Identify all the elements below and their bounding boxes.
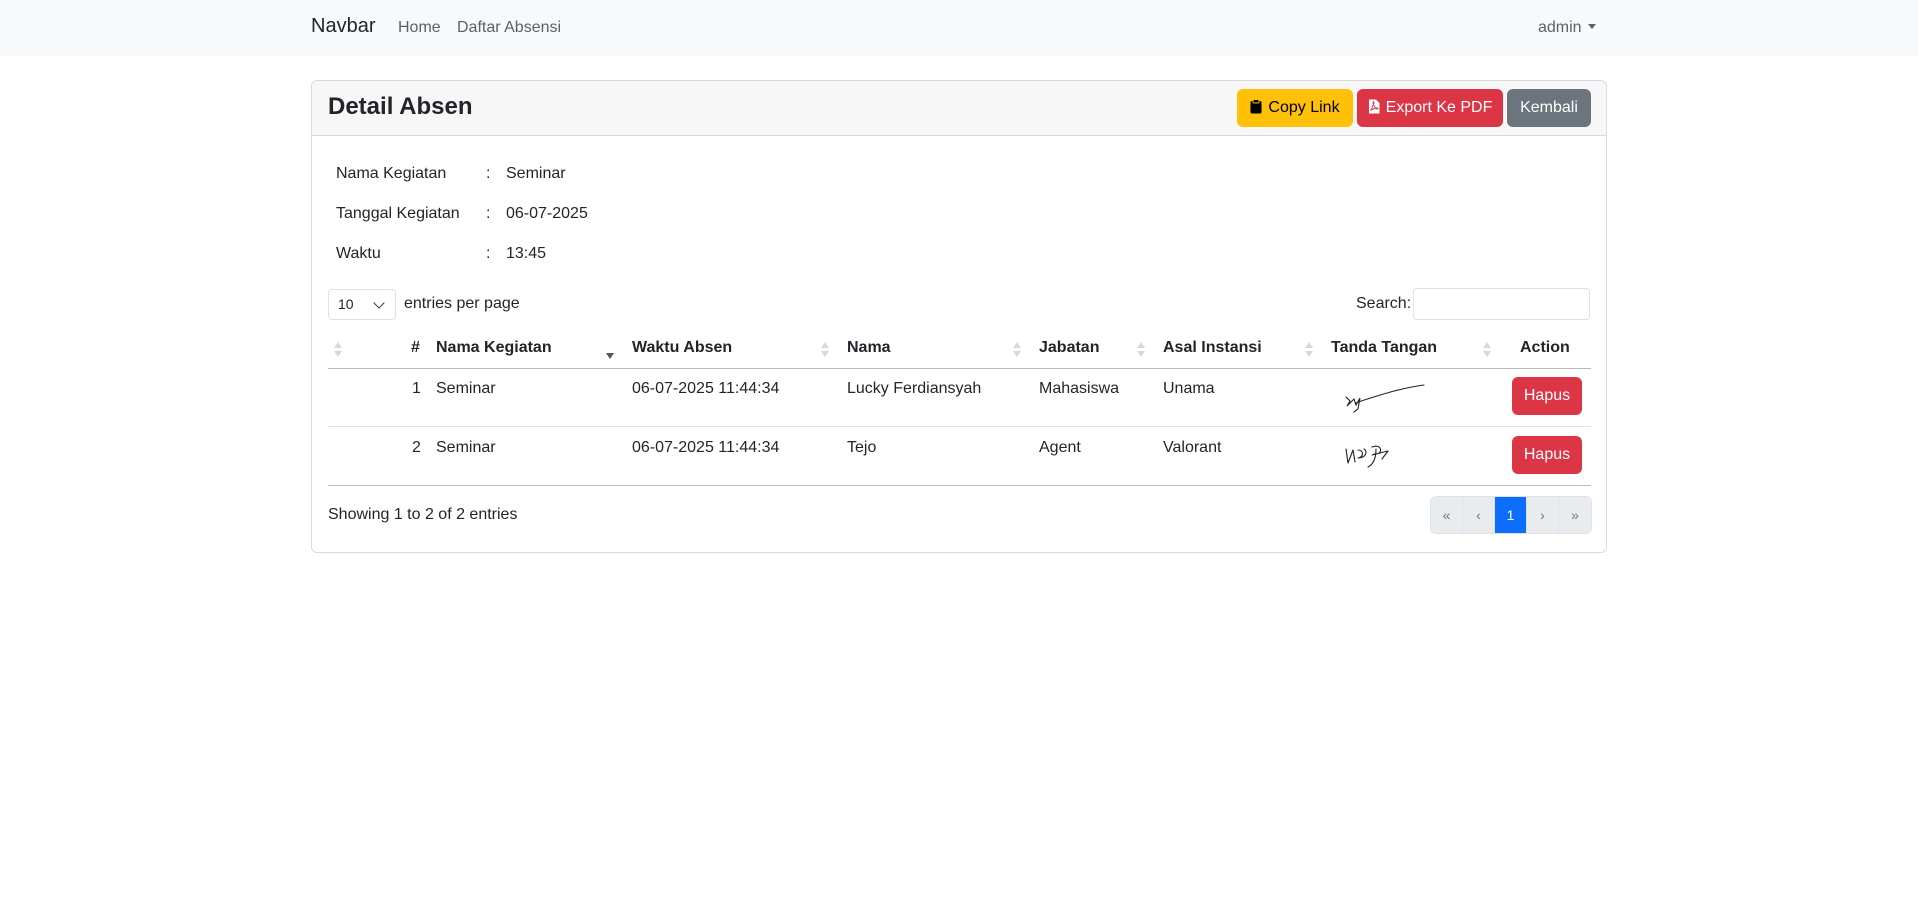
table-footer-divider bbox=[328, 485, 1591, 486]
pagination-next[interactable]: › bbox=[1527, 497, 1559, 533]
info-label: Tanggal Kegiatan bbox=[336, 205, 460, 222]
user-name: admin bbox=[1538, 19, 1582, 36]
column-header-waktu-absen[interactable]: Waktu Absen bbox=[632, 339, 732, 357]
caret-down-icon bbox=[1587, 24, 1596, 29]
entries-per-page-label: entries per page bbox=[404, 295, 520, 312]
pagination-last[interactable]: » bbox=[1559, 497, 1591, 533]
column-header-nama[interactable]: Nama bbox=[847, 339, 891, 357]
column-header-jabatan[interactable]: Jabatan bbox=[1039, 339, 1099, 357]
copy-link-label: Copy Link bbox=[1268, 99, 1340, 116]
cell-nama: Lucky Ferdiansyah bbox=[847, 380, 982, 397]
cell-no: 2 bbox=[412, 439, 421, 456]
cell-waktu-absen: 06-07-2025 11:44:34 bbox=[632, 380, 780, 397]
detail-card: Detail Absen Copy Link Export Ke PDF Kem… bbox=[311, 80, 1607, 553]
column-header-asal-instansi[interactable]: Asal Instansi bbox=[1163, 339, 1262, 357]
info-value: 06-07-2025 bbox=[506, 205, 588, 222]
info-colon: : bbox=[486, 205, 491, 222]
sort-desc-icon[interactable] bbox=[606, 342, 614, 359]
row-divider bbox=[328, 426, 1591, 427]
info-colon: : bbox=[486, 245, 491, 262]
column-header-nama-kegiatan[interactable]: Nama Kegiatan bbox=[436, 339, 552, 357]
info-colon: : bbox=[486, 165, 491, 182]
delete-button[interactable]: Hapus bbox=[1512, 377, 1582, 415]
nav-link-home[interactable]: Home bbox=[398, 19, 441, 37]
pagination-page-1[interactable]: 1 bbox=[1495, 497, 1527, 533]
showing-entries-text: Showing 1 to 2 of 2 entries bbox=[328, 506, 518, 523]
column-header-action: Action bbox=[1520, 339, 1570, 356]
info-value: 13:45 bbox=[506, 245, 547, 262]
nav-link-daftar-absensi[interactable]: Daftar Absensi bbox=[457, 19, 561, 37]
sort-arrows-icon[interactable] bbox=[334, 342, 342, 358]
entries-per-page-value: 10 bbox=[338, 296, 354, 312]
navbar: Navbar Home Daftar Absensi admin bbox=[0, 0, 1918, 56]
back-button[interactable]: Kembali bbox=[1507, 89, 1591, 127]
table-header-divider bbox=[328, 368, 1591, 369]
cell-asal-instansi: Valorant bbox=[1163, 439, 1222, 456]
column-header-no[interactable]: # bbox=[411, 339, 420, 357]
sort-arrows-icon[interactable] bbox=[1013, 342, 1021, 358]
info-label: Nama Kegiatan bbox=[336, 165, 447, 182]
chevron-down-icon bbox=[373, 297, 385, 309]
pagination-first[interactable]: « bbox=[1431, 497, 1463, 533]
column-header-tanda-tangan[interactable]: Tanda Tangan bbox=[1331, 339, 1437, 357]
info-label: Waktu bbox=[336, 245, 381, 262]
signature-image bbox=[1345, 445, 1389, 468]
signature-image bbox=[1345, 384, 1425, 413]
sort-arrows-icon[interactable] bbox=[1483, 342, 1491, 358]
cell-no: 1 bbox=[412, 380, 421, 397]
export-pdf-button[interactable]: Export Ke PDF bbox=[1357, 89, 1503, 127]
sort-arrows-icon[interactable] bbox=[1137, 342, 1145, 358]
page-title: Detail Absen bbox=[328, 93, 473, 120]
cell-nama-kegiatan: Seminar bbox=[436, 380, 496, 397]
search-label: Search: bbox=[1356, 295, 1412, 312]
clipboard-icon bbox=[1250, 91, 1262, 129]
cell-nama: Tejo bbox=[847, 439, 877, 456]
pagination-prev[interactable]: ‹ bbox=[1463, 497, 1495, 533]
cell-jabatan: Mahasiswa bbox=[1039, 380, 1120, 397]
info-value: Seminar bbox=[506, 165, 566, 182]
export-pdf-label: Export Ke PDF bbox=[1385, 99, 1493, 116]
user-menu-dropdown[interactable]: admin bbox=[1538, 19, 1596, 37]
sort-arrows-icon[interactable] bbox=[1305, 342, 1313, 358]
card-header: Detail Absen Copy Link Export Ke PDF Kem… bbox=[312, 81, 1606, 136]
cell-nama-kegiatan: Seminar bbox=[436, 439, 496, 456]
delete-button[interactable]: Hapus bbox=[1512, 436, 1582, 474]
search-input[interactable] bbox=[1413, 288, 1590, 320]
entries-per-page-select[interactable]: 10 bbox=[328, 289, 396, 320]
navbar-brand[interactable]: Navbar bbox=[311, 15, 375, 38]
pdf-file-icon bbox=[1368, 91, 1380, 129]
sort-arrows-icon[interactable] bbox=[821, 342, 829, 358]
cell-waktu-absen: 06-07-2025 11:44:34 bbox=[632, 439, 780, 456]
copy-link-button[interactable]: Copy Link bbox=[1237, 89, 1353, 127]
cell-jabatan: Agent bbox=[1039, 439, 1081, 456]
cell-asal-instansi: Unama bbox=[1163, 380, 1215, 397]
pagination: « ‹ 1 › » bbox=[1430, 496, 1592, 534]
